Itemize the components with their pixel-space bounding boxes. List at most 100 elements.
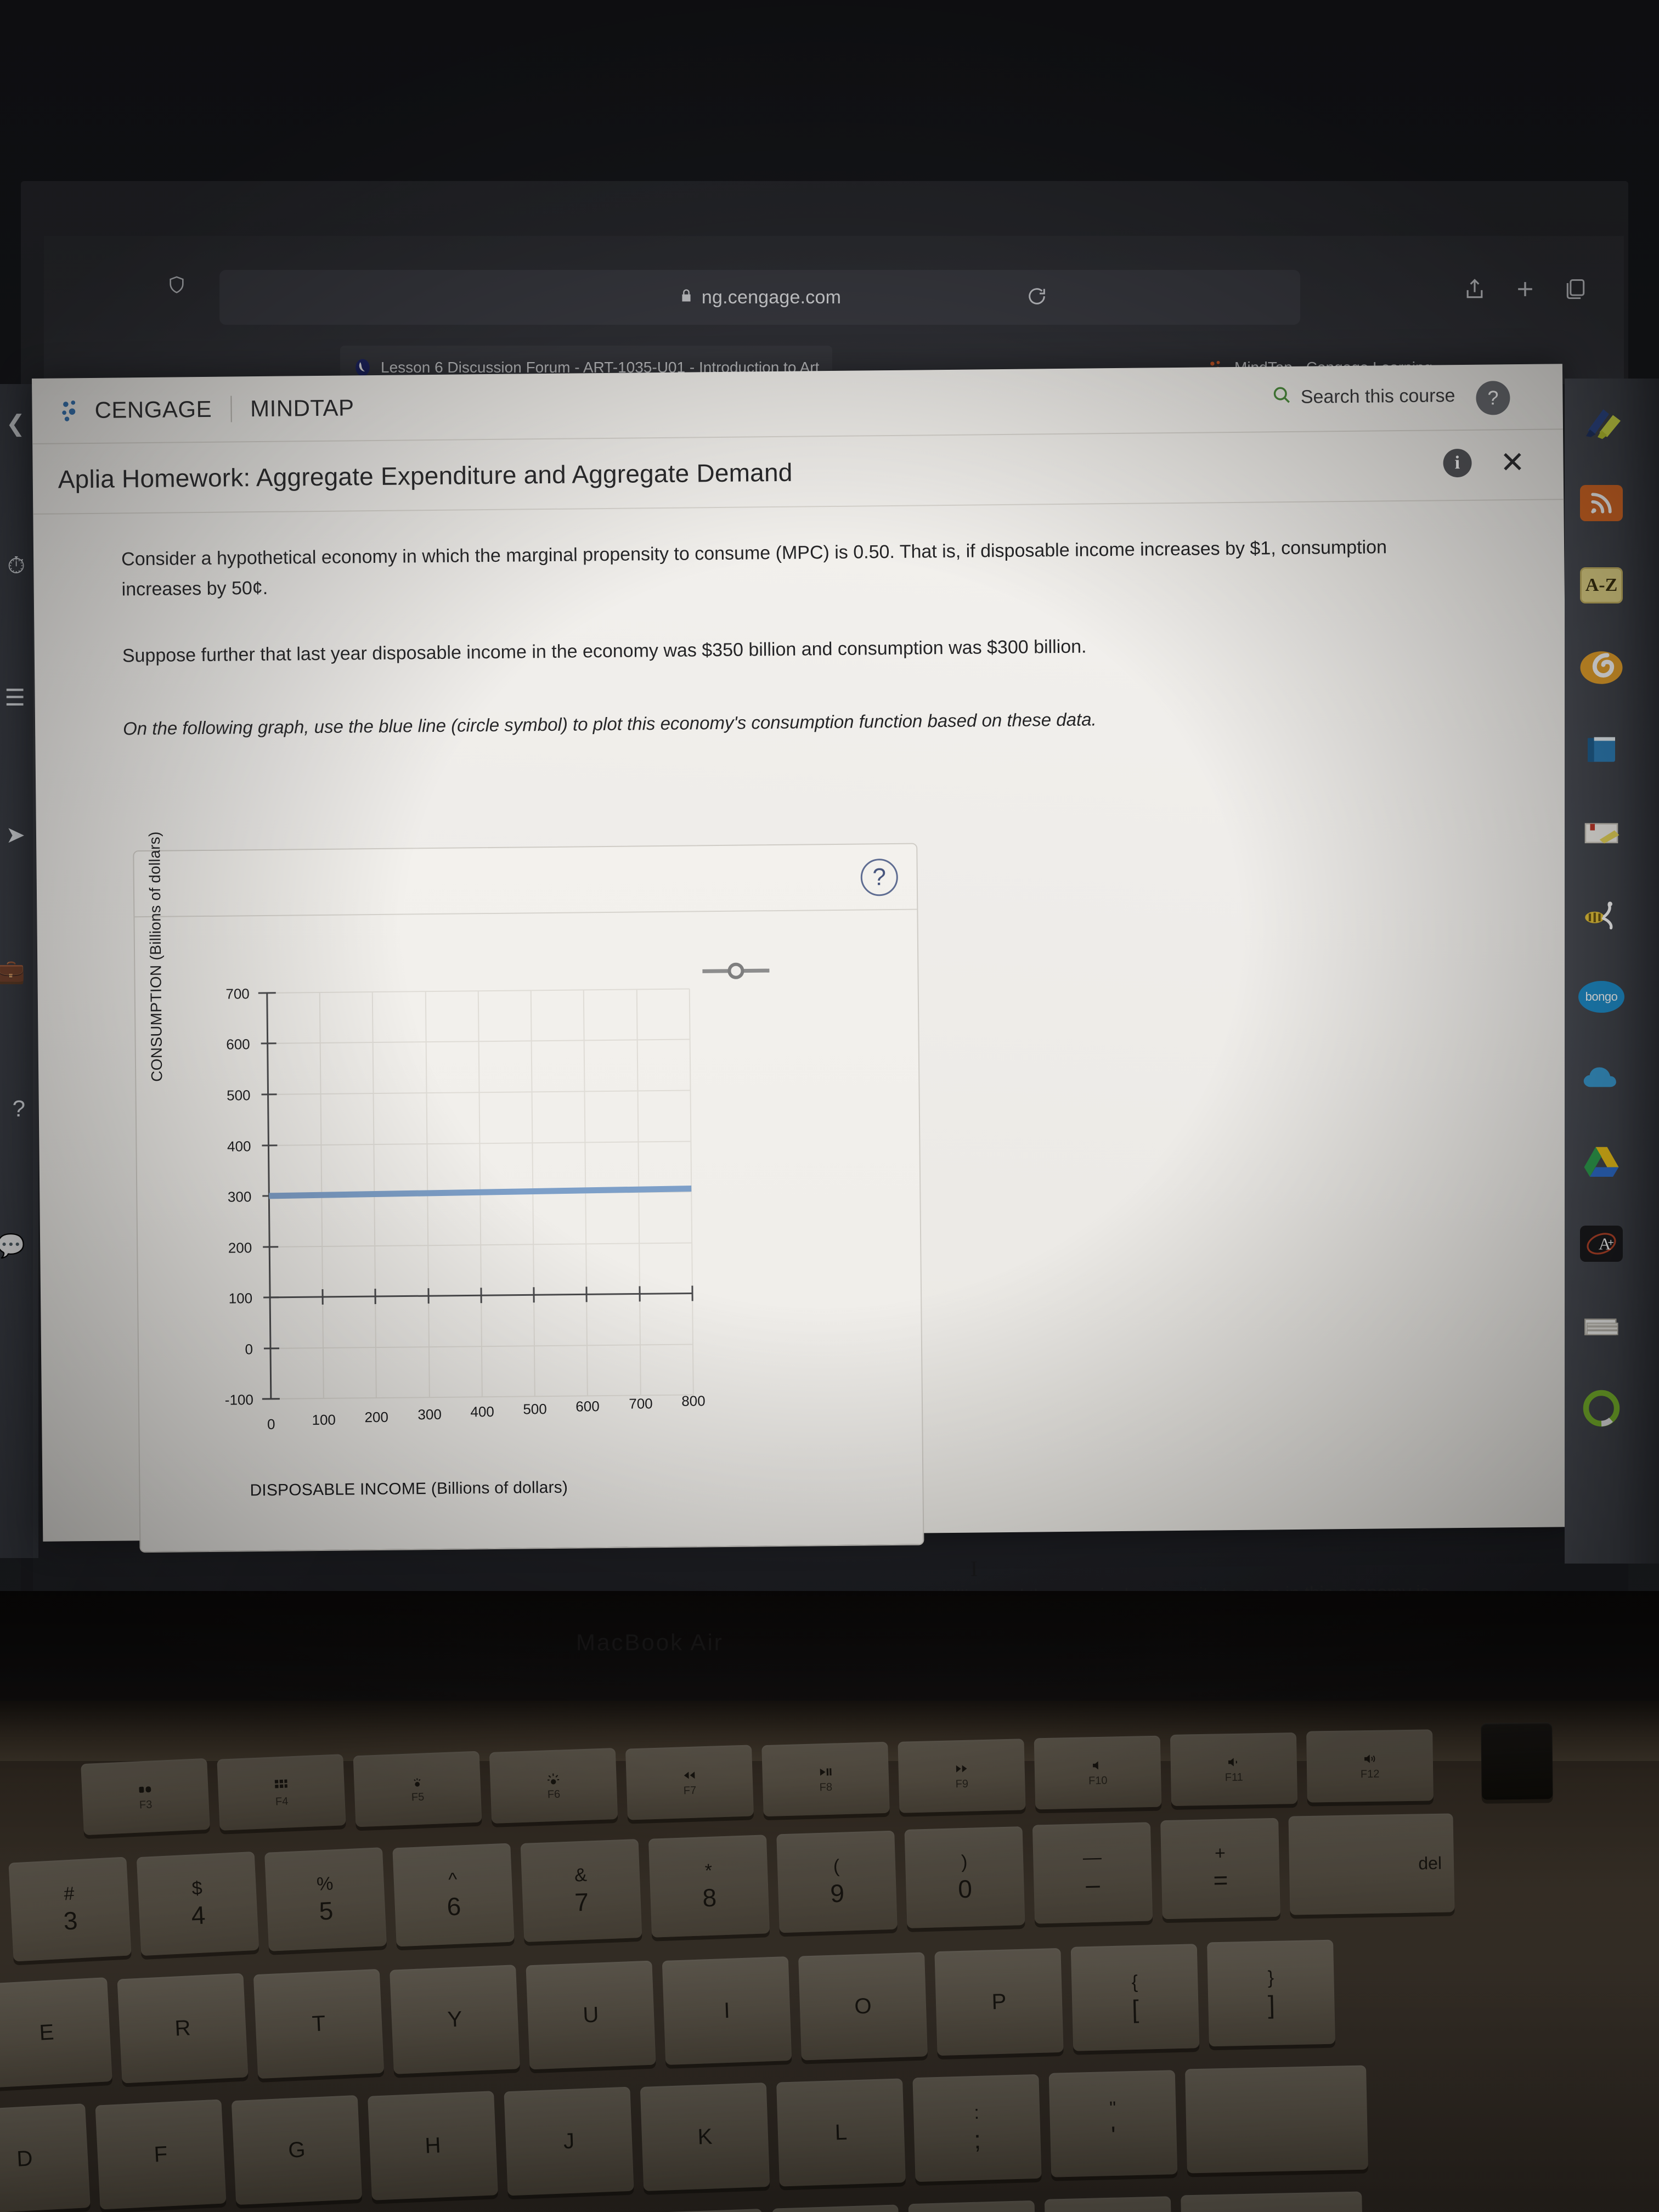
screen-bottom-bezel: MacBook Air: [0, 1591, 1659, 1701]
key-0[interactable]: ) 0: [904, 1826, 1025, 1928]
key-f12[interactable]: F12: [1306, 1729, 1434, 1803]
key-j[interactable]: J: [504, 2086, 634, 2196]
key-comma[interactable]: [772, 2204, 901, 2212]
rail-item-bongo[interactable]: bongo: [1576, 971, 1627, 1023]
key-g[interactable]: G: [231, 2095, 363, 2205]
key-shift-right[interactable]: [1181, 2191, 1364, 2212]
key-5[interactable]: % 5: [264, 1847, 387, 1951]
key-8[interactable]: * 8: [648, 1835, 770, 1938]
rail-item-flashcards[interactable]: [1576, 1300, 1627, 1352]
key-r[interactable]: R: [117, 1973, 249, 2084]
key-y[interactable]: Y: [390, 1965, 520, 2074]
rail-item-dictionary[interactable]: A-Z: [1576, 560, 1627, 611]
key-label: K: [697, 2124, 713, 2149]
key-4[interactable]: $ 4: [136, 1851, 259, 1956]
send-icon[interactable]: ➤: [0, 817, 25, 851]
assignment-actions: i ✕: [1443, 446, 1525, 479]
key-f6[interactable]: F6: [489, 1748, 618, 1824]
key-f4[interactable]: F4: [217, 1754, 346, 1831]
key-l[interactable]: L: [776, 2078, 906, 2187]
problem-paragraph-2: Suppose further that last year disposabl…: [122, 636, 1087, 667]
svg-text:500: 500: [227, 1087, 251, 1103]
key-d[interactable]: D: [0, 2103, 91, 2212]
key-h[interactable]: H: [368, 2091, 498, 2200]
consumption-function-chart[interactable]: 700 600 500 400 300 200 100 0 -100 0 100…: [134, 910, 925, 1554]
key-f5[interactable]: F5: [353, 1751, 482, 1827]
key-o[interactable]: O: [798, 1952, 928, 2061]
key-shift-label: #: [63, 1883, 75, 1905]
key-return[interactable]: [1185, 2065, 1368, 2174]
rail-item-rss[interactable]: [1576, 477, 1627, 529]
close-icon[interactable]: ✕: [1500, 446, 1525, 479]
briefcase-icon[interactable]: 💼: [0, 955, 25, 989]
key-f8[interactable]: F8: [761, 1741, 890, 1817]
search-this-course-button[interactable]: Search this course: [1271, 382, 1455, 410]
key-slash[interactable]: ?: [1044, 2196, 1173, 2212]
key-t[interactable]: T: [253, 1968, 385, 2079]
key-bracket-right[interactable]: } ]: [1207, 1939, 1335, 2047]
address-bar[interactable]: ng.cengage.com: [219, 270, 1300, 325]
key-6[interactable]: ^ 6: [392, 1843, 515, 1947]
key-bracket-left[interactable]: { [: [1070, 1944, 1200, 2051]
rail-item-highlighter[interactable]: [1576, 395, 1627, 447]
key-minus[interactable]: — –: [1032, 1822, 1153, 1924]
key-f11[interactable]: F11: [1170, 1733, 1298, 1806]
mindtap-wordmark: MINDTAP: [250, 394, 354, 422]
key-p[interactable]: P: [934, 1948, 1064, 2056]
key-f9[interactable]: F9: [898, 1739, 1026, 1813]
flashcards-icon: [1584, 1318, 1618, 1335]
key-label: H: [424, 2132, 442, 2158]
key-semicolon[interactable]: : ;: [912, 2074, 1042, 2182]
key-equals[interactable]: + =: [1160, 1818, 1280, 1920]
key-f3[interactable]: F3: [81, 1758, 210, 1836]
rail-item-a-plus[interactable]: A +: [1576, 1218, 1627, 1269]
key-9[interactable]: ( 9: [776, 1830, 898, 1933]
rail-item-cloud[interactable]: [1576, 1053, 1627, 1105]
share-icon[interactable]: [1463, 277, 1487, 307]
key-label: 6: [446, 1891, 462, 1921]
tabs-overview-icon[interactable]: [1564, 277, 1588, 307]
key-label: L: [834, 2120, 848, 2145]
chevron-icon[interactable]: ❮: [0, 406, 25, 440]
key-m[interactable]: [635, 2209, 766, 2212]
series-consumption-function: [269, 1186, 692, 1199]
plot-area[interactable]: CONSUMPTION (Billions of dollars) DISPOS…: [134, 831, 925, 1554]
key-quote[interactable]: " ': [1048, 2070, 1178, 2177]
plus-icon[interactable]: [1513, 277, 1537, 307]
key-label: 0: [957, 1874, 973, 1903]
info-icon[interactable]: i: [1443, 448, 1472, 478]
key-3[interactable]: # 3: [8, 1857, 132, 1962]
help-icon[interactable]: ?: [0, 1092, 25, 1126]
key-period[interactable]: [908, 2200, 1037, 2212]
graph-panel[interactable]: ? CONSUMPTION (Billions of dollars) DISP…: [133, 831, 925, 1554]
key-7[interactable]: & 7: [520, 1838, 642, 1943]
shield-icon[interactable]: [167, 273, 186, 296]
clock-icon[interactable]: ⏱: [0, 549, 25, 583]
list-icon[interactable]: ☰: [0, 680, 25, 714]
key-label: U: [582, 2002, 600, 2028]
key-label: F10: [1088, 1774, 1108, 1787]
rail-item-green-ring[interactable]: [1576, 1383, 1627, 1434]
graph-help-button[interactable]: ?: [860, 858, 899, 896]
reload-icon[interactable]: [1026, 285, 1048, 313]
cengage-logo[interactable]: CENGAGE MINDTAP: [58, 394, 354, 424]
chat-icon[interactable]: 💬: [0, 1229, 25, 1263]
rail-item-notes[interactable]: [1576, 806, 1627, 858]
rail-item-google-drive[interactable]: [1576, 1136, 1627, 1187]
key-delete[interactable]: del: [1288, 1813, 1455, 1915]
key-e[interactable]: E: [0, 1977, 112, 2088]
key-f10[interactable]: F10: [1034, 1735, 1162, 1810]
key-shift-label: $: [191, 1877, 203, 1899]
key-i[interactable]: I: [662, 1956, 792, 2065]
help-button[interactable]: ?: [1476, 381, 1510, 415]
rail-item-ebook[interactable]: [1576, 724, 1627, 776]
key-f[interactable]: F: [95, 2099, 227, 2210]
rail-item-orange-app[interactable]: [1576, 642, 1627, 693]
mindtap-header: CENGAGE MINDTAP Search this course ?: [32, 364, 1564, 444]
key-u[interactable]: U: [526, 1960, 656, 2070]
key-k[interactable]: K: [640, 2083, 770, 2191]
key-label: 8: [702, 1883, 717, 1912]
key-f7[interactable]: F7: [625, 1745, 754, 1820]
key-touchid[interactable]: [1481, 1722, 1553, 1800]
rail-item-bee[interactable]: [1576, 889, 1627, 940]
